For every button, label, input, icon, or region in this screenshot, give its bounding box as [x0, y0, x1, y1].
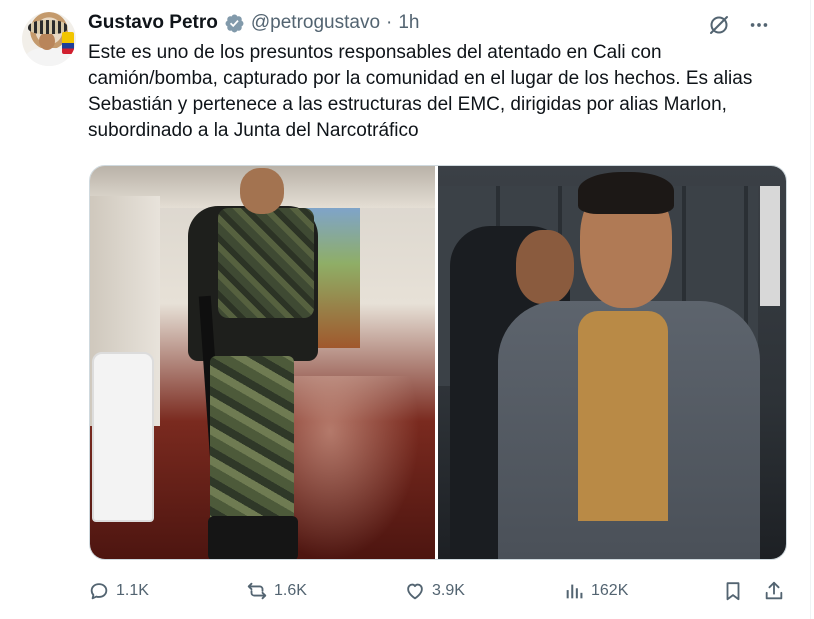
reply-button[interactable]: 1.1K — [88, 576, 149, 606]
tweet-actions: 1.1K 1.6K 3.9K 162K — [88, 576, 788, 606]
photo-detained-suspect[interactable] — [438, 166, 786, 559]
tweet-header: Gustavo Petro @petrogustavo · 1h — [88, 11, 419, 35]
timeline-divider — [810, 0, 811, 619]
verified-badge-icon[interactable] — [224, 13, 245, 34]
like-count: 3.9K — [432, 582, 465, 599]
avatar-flag — [62, 32, 74, 54]
tweet-text: Este es uno de los presuntos responsable… — [88, 42, 753, 141]
grok-icon[interactable] — [706, 12, 732, 38]
views-count: 162K — [591, 582, 629, 599]
views-button[interactable]: 162K — [563, 576, 628, 606]
like-button[interactable]: 3.9K — [404, 576, 465, 606]
reply-count: 1.1K — [116, 582, 149, 599]
photo-armed-man-camouflage[interactable] — [90, 166, 435, 559]
separator-dot: · — [386, 12, 393, 33]
retweet-count: 1.6K — [274, 582, 307, 599]
camouflage-pants — [210, 356, 294, 536]
tweet[interactable]: Gustavo Petro @petrogustavo · 1h Este es… — [0, 0, 810, 619]
tactical-vest — [218, 208, 314, 318]
bookmark-button[interactable] — [722, 576, 744, 606]
share-icon — [765, 581, 783, 600]
share-button[interactable] — [763, 576, 785, 606]
retweet-icon — [247, 582, 267, 600]
reply-icon — [90, 583, 108, 600]
author-handle[interactable]: @petrogustavo — [251, 12, 380, 34]
retweet-button[interactable]: 1.6K — [246, 576, 307, 606]
tweet-top-actions — [706, 12, 772, 38]
heart-icon — [407, 583, 423, 600]
views-icon — [566, 584, 583, 599]
tweet-time[interactable]: 1h — [398, 12, 419, 34]
bookmark-icon — [726, 582, 740, 601]
white-chair — [92, 352, 154, 522]
more-icon[interactable] — [746, 12, 772, 38]
tweet-media[interactable] — [89, 165, 787, 560]
avatar-face — [39, 32, 55, 50]
author-name[interactable]: Gustavo Petro — [88, 12, 218, 34]
avatar[interactable] — [22, 12, 76, 66]
